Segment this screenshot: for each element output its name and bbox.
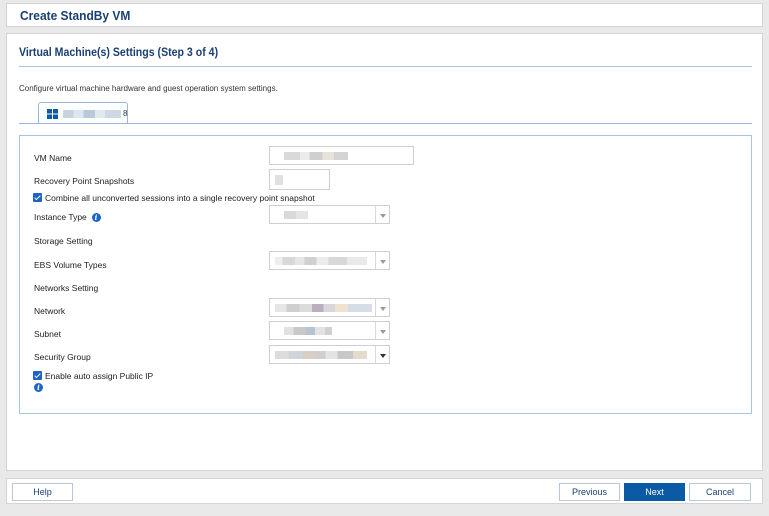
recovery-snapshots-label: Recovery Point Snapshots [34, 176, 135, 186]
chevron-down-icon [375, 206, 389, 223]
recovery-snapshots-input[interactable] [269, 169, 330, 190]
step-title: Virtual Machine(s) Settings (Step 3 of 4… [19, 47, 219, 59]
auto-ip-label: Enable auto assign Public IP [45, 371, 154, 381]
step-description: Configure virtual machine hardware and g… [19, 84, 278, 93]
chevron-down-icon [375, 299, 389, 316]
combine-sessions-checkbox[interactable] [33, 193, 42, 202]
chevron-down-icon [375, 252, 389, 269]
instance-type-select[interactable] [269, 205, 390, 224]
subnet-select[interactable] [269, 321, 390, 340]
step-divider [19, 66, 752, 67]
auto-ip-checkbox[interactable] [33, 371, 42, 380]
tab-divider [19, 123, 752, 124]
info-icon[interactable]: i [91, 213, 101, 222]
wizard-footer: Help Previous Next Cancel [6, 478, 763, 504]
cancel-button[interactable]: Cancel [689, 483, 751, 501]
networks-setting-heading: Networks Setting [34, 283, 99, 293]
ebs-volume-select[interactable] [269, 251, 390, 270]
instance-type-label: Instance Type i [34, 212, 101, 222]
auto-ip-checkbox-row[interactable]: Enable auto assign Public IP [33, 371, 153, 381]
tab-label-suffix: 8 [123, 109, 128, 118]
tab-label-redacted [63, 110, 121, 118]
help-button[interactable]: Help [12, 483, 73, 501]
instance-type-label-text: Instance Type [34, 212, 87, 222]
dialog-title-bar: Create StandBy VM [6, 3, 763, 27]
chevron-down-icon [375, 322, 389, 339]
combine-sessions-checkbox-row[interactable]: Combine all unconverted sessions into a … [33, 193, 315, 203]
ebs-volume-label: EBS Volume Types [34, 260, 107, 270]
next-button[interactable]: Next [624, 483, 685, 501]
wizard-content: Virtual Machine(s) Settings (Step 3 of 4… [6, 33, 763, 471]
combine-sessions-label: Combine all unconverted sessions into a … [45, 193, 315, 203]
network-label: Network [34, 306, 66, 316]
chevron-down-icon [375, 346, 389, 363]
security-group-select[interactable] [269, 345, 390, 364]
security-group-label: Security Group [34, 352, 91, 362]
network-select[interactable] [269, 298, 390, 317]
vm-name-input[interactable] [269, 146, 414, 165]
storage-setting-heading: Storage Setting [34, 236, 93, 246]
tab-vm[interactable]: 8 [38, 102, 128, 123]
windows-icon [47, 109, 58, 119]
previous-button[interactable]: Previous [559, 483, 620, 501]
subnet-label: Subnet [34, 329, 61, 339]
vm-name-label: VM Name [34, 153, 72, 163]
info-icon[interactable]: i [34, 383, 43, 392]
vm-settings-form: VM Name Recovery Point Snapshots Combine… [19, 135, 752, 414]
dialog-title: Create StandBy VM [20, 8, 131, 23]
